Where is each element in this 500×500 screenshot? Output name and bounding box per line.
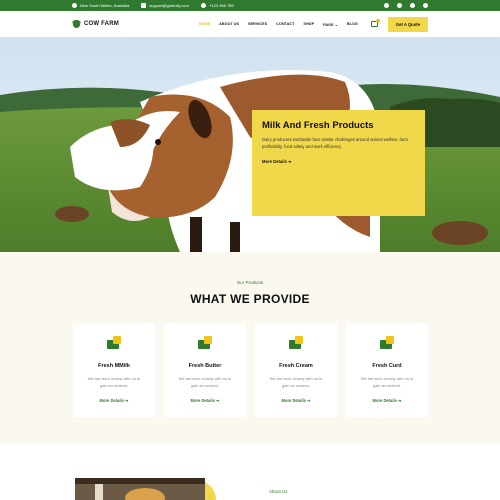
youtube-icon[interactable] — [410, 3, 415, 8]
butter-icon — [196, 334, 214, 352]
cream-icon — [287, 334, 305, 352]
facebook-icon[interactable] — [384, 3, 389, 8]
products-section: Our Products WHAT WE PROVIDE Fresh MMilk… — [0, 252, 500, 444]
get-a-quote-button[interactable]: Get A Quote — [387, 16, 428, 32]
logo-text: COW FARM — [84, 21, 119, 27]
about-photo — [75, 478, 205, 500]
email-item[interactable]: support@gotenify.com — [141, 3, 189, 8]
arrow-right-icon: ➔ — [125, 398, 129, 403]
hero-cows-image — [0, 37, 500, 252]
products-subtitle: Our Products — [236, 280, 264, 285]
nav-page-label: PAGE — [323, 22, 334, 27]
hero-more-details-label: More Details — [262, 159, 287, 164]
product-card-curd[interactable]: Fresh Curd We are work closely with on t… — [346, 323, 428, 417]
top-info-bar: New South Wales, Australia support@goten… — [0, 0, 500, 11]
curd-icon — [378, 334, 396, 352]
cart-badge — [375, 19, 380, 23]
product-card-milk[interactable]: Fresh MMilk We are work closely with on … — [73, 323, 155, 417]
main-nav: HOME ABOUT US SERVICES CONTACT SHOP PAGE… — [199, 19, 380, 27]
arrow-right-icon: ➔ — [307, 398, 311, 403]
address-text: New South Wales, Australia — [80, 3, 130, 8]
products-title: WHAT WE PROVIDE — [190, 292, 310, 306]
hero-text: Dairy producers worldwide face similar c… — [262, 137, 408, 149]
arrow-right-icon: ➔ — [288, 159, 292, 164]
nav-services[interactable]: SERVICES — [248, 22, 267, 26]
nav-home[interactable]: HOME — [199, 22, 210, 26]
hero-info-card: Milk And Fresh Products Dairy producers … — [252, 110, 425, 216]
location-icon — [72, 3, 77, 8]
cow-logo-icon — [72, 19, 81, 29]
nav-page[interactable]: PAGE ⌄ — [323, 22, 338, 27]
product-card-butter[interactable]: Fresh Butter We are work closely with on… — [164, 323, 246, 417]
nav-about-us[interactable]: ABOUT US — [219, 22, 239, 26]
hero-more-details-link[interactable]: More Details ➔ — [262, 159, 292, 164]
email-icon — [141, 3, 147, 8]
product-desc: We are work closely with on to gain an u… — [269, 376, 323, 388]
site-header: COW FARM HOME ABOUT US SERVICES CONTACT … — [0, 11, 500, 37]
product-name: Fresh Butter — [188, 363, 222, 369]
product-more-details-link[interactable]: More Details ➔ — [255, 398, 337, 403]
chevron-down-icon: ⌄ — [334, 22, 338, 27]
nav-shop[interactable]: SHOP — [303, 22, 314, 26]
product-name: Fresh Cream — [279, 363, 313, 369]
product-name: Fresh MMilk — [98, 363, 130, 369]
milk-icon — [105, 334, 123, 352]
email-text[interactable]: support@gotenify.com — [149, 3, 189, 8]
about-image — [75, 478, 205, 500]
product-more-label: More Details — [99, 398, 124, 403]
twitter-icon[interactable] — [397, 3, 402, 8]
arrow-right-icon: ➔ — [216, 398, 220, 403]
product-more-label: More Details — [190, 398, 215, 403]
product-more-details-link[interactable]: More Details ➔ — [346, 398, 428, 403]
product-more-details-link[interactable]: More Details ➔ — [73, 398, 155, 403]
phone-icon — [201, 3, 207, 8]
about-label: About Us — [269, 489, 288, 494]
cart-icon[interactable] — [370, 19, 380, 27]
hero-title: Milk And Fresh Products — [262, 120, 374, 131]
hero-banner: Milk And Fresh Products Dairy producers … — [0, 37, 500, 252]
social-links — [384, 3, 428, 8]
contact-info: New South Wales, Australia support@goten… — [72, 3, 234, 8]
product-desc: We are work closely with on to gain an u… — [178, 376, 232, 388]
instagram-icon[interactable] — [423, 3, 428, 8]
arrow-right-icon: ➔ — [398, 398, 402, 403]
product-desc: We are work closely with on to gain an u… — [360, 376, 414, 388]
about-section: About Us — [0, 444, 500, 500]
product-more-details-link[interactable]: More Details ➔ — [164, 398, 246, 403]
nav-blog[interactable]: BLOG — [347, 22, 358, 26]
nav-contact[interactable]: CONTACT — [276, 22, 294, 26]
phone-item[interactable]: +123 456 789 — [201, 3, 234, 8]
address-item: New South Wales, Australia — [72, 3, 129, 8]
product-card-cream[interactable]: Fresh Cream We are work closely with on … — [255, 323, 337, 417]
product-more-label: More Details — [281, 398, 306, 403]
product-desc: We are work closely with on to gain an u… — [87, 376, 141, 388]
product-more-label: More Details — [372, 398, 397, 403]
product-name: Fresh Curd — [372, 363, 402, 369]
logo[interactable]: COW FARM — [72, 19, 119, 29]
phone-text[interactable]: +123 456 789 — [209, 3, 234, 8]
